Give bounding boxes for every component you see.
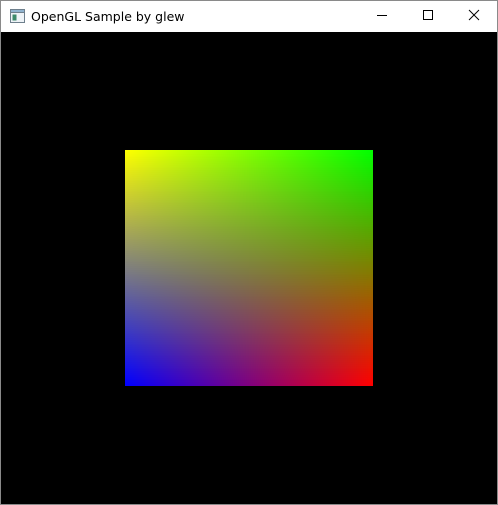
minimize-button[interactable] <box>359 1 405 32</box>
maximize-icon <box>422 8 434 26</box>
app-window: OpenGL Sample by glew <box>0 0 498 505</box>
title-bar[interactable]: OpenGL Sample by glew <box>1 1 497 32</box>
opengl-viewport[interactable] <box>1 32 497 504</box>
window-title: OpenGL Sample by glew <box>31 9 185 24</box>
close-icon <box>468 8 480 26</box>
app-window-icon <box>10 9 25 23</box>
minimize-icon <box>376 8 388 26</box>
close-button[interactable] <box>451 1 497 32</box>
color-gradient-quad <box>125 150 373 386</box>
maximize-button[interactable] <box>405 1 451 32</box>
